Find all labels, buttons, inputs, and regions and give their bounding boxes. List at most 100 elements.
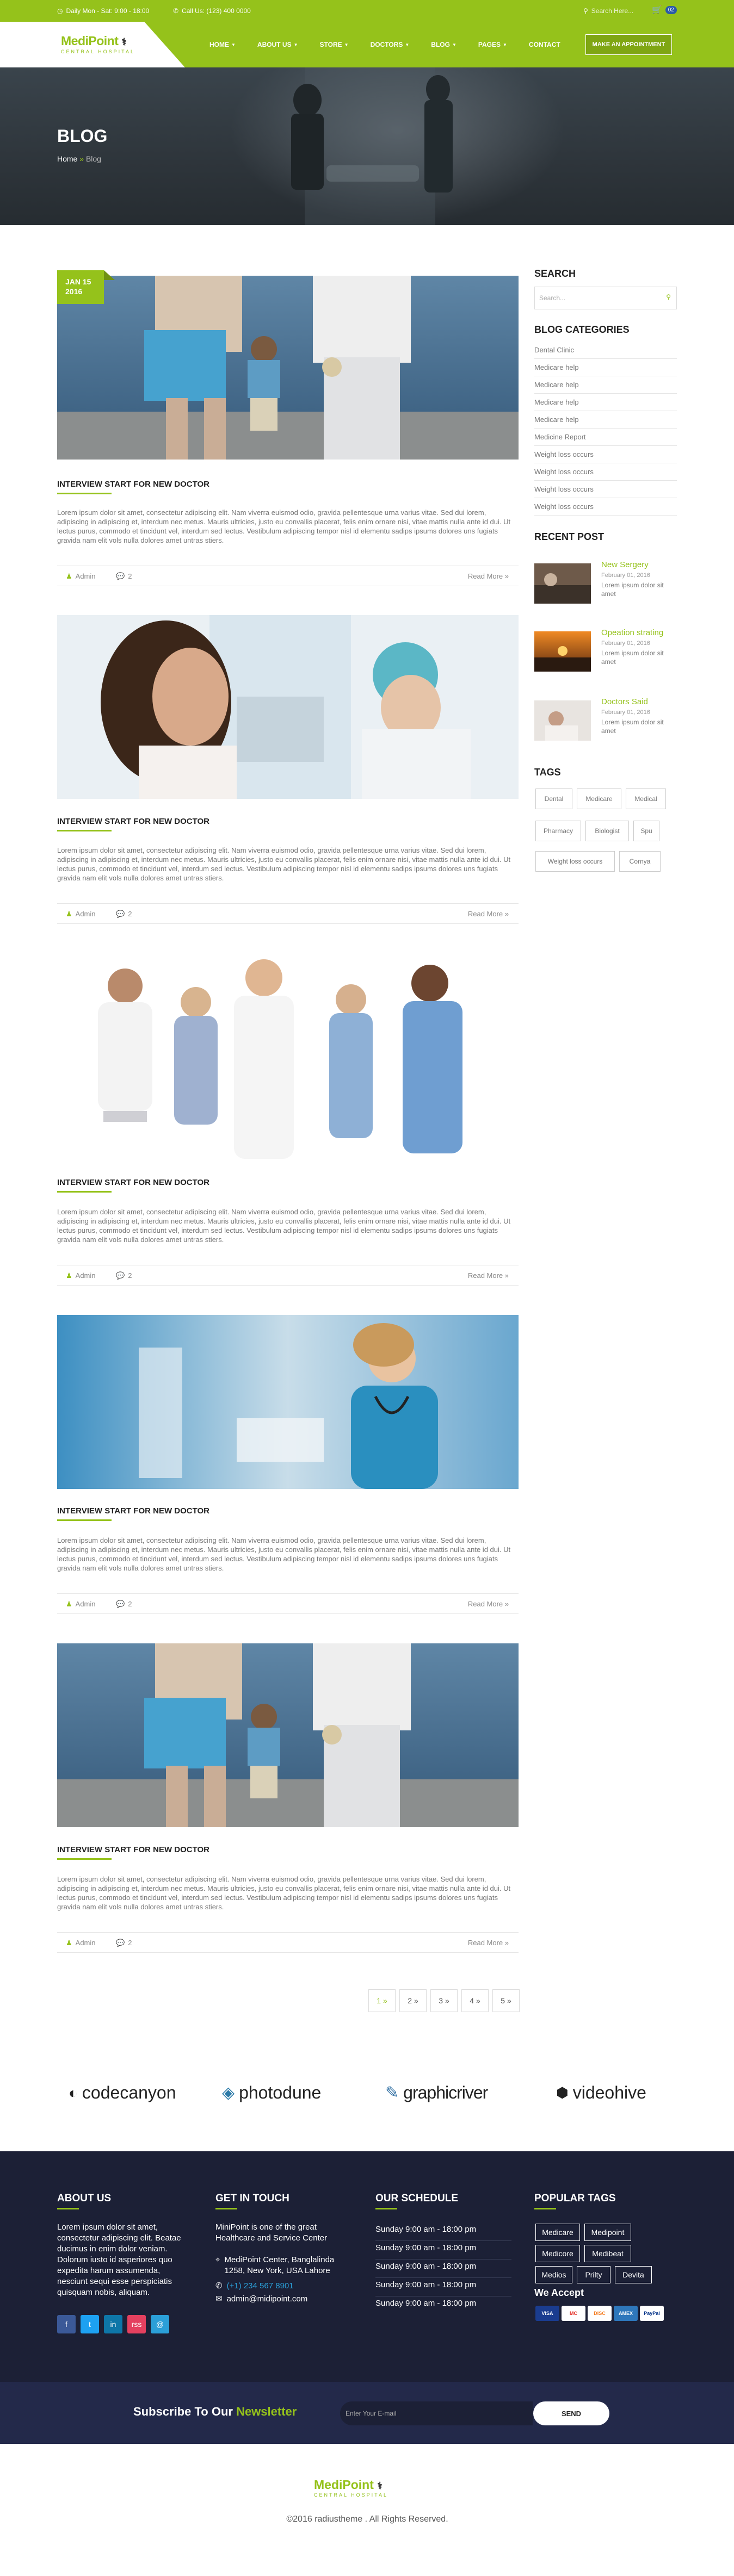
category-link[interactable]: Medicare help (534, 411, 677, 429)
read-more-link[interactable]: Read More » (468, 1600, 509, 1608)
category-link[interactable]: Weight loss occurs (534, 446, 677, 463)
post-image-2[interactable] (57, 615, 519, 799)
recent-post-link[interactable]: Doctors Said (601, 697, 648, 706)
menu-item-doctors[interactable]: DOCTORS ▼ (360, 41, 421, 48)
category-link[interactable]: Dental Clinic (534, 342, 677, 359)
popular-tag-link[interactable]: Medicare (535, 2224, 580, 2241)
search-icon[interactable]: ⚲ (583, 7, 588, 15)
brand-logo-codecanyon[interactable]: ◐ codecanyon (69, 2083, 176, 2103)
post-author[interactable]: ♟ Admin (66, 1600, 96, 1609)
rss-icon[interactable]: rss (127, 2315, 146, 2333)
recent-post-link[interactable]: New Sergery (601, 560, 649, 569)
popular-tag-link[interactable]: Prilty (577, 2266, 610, 2283)
recent-post-thumb[interactable] (534, 700, 591, 741)
brand-logo-photodune[interactable]: ◈ photodune (222, 2083, 321, 2103)
breadcrumb-home[interactable]: Home (57, 154, 77, 163)
linkedin-icon[interactable]: in (104, 2315, 122, 2333)
tag-link[interactable]: Biologist (585, 821, 629, 841)
post-image-4[interactable] (57, 1315, 519, 1489)
read-more-link[interactable]: Read More » (468, 1939, 509, 1947)
brand-logo-videohive[interactable]: ⬢ videohive (556, 2083, 646, 2103)
page-5-button[interactable]: 5 » (492, 1989, 520, 2012)
menu-item-home[interactable]: HOME ▼ (199, 41, 246, 48)
post-author[interactable]: ♟ Admin (66, 910, 96, 918)
search-icon[interactable]: ⚲ (666, 293, 671, 301)
category-link[interactable]: Medicare help (534, 394, 677, 411)
popular-tag-link[interactable]: Medicore (535, 2245, 580, 2262)
user-icon: ♟ (66, 572, 72, 580)
category-link[interactable]: Weight loss occurs (534, 498, 677, 516)
popular-tag-link[interactable]: Medios (535, 2266, 572, 2283)
read-more-link[interactable]: Read More » (468, 910, 509, 918)
category-link[interactable]: Weight loss occurs (534, 481, 677, 498)
category-link[interactable]: Weight loss occurs (534, 463, 677, 481)
tag-link[interactable]: Weight loss occurs (535, 851, 615, 872)
post-excerpt: Lorem ipsum dolor sit amet, consectetur … (57, 846, 511, 882)
sidebar-search-input[interactable]: Search... ⚲ (534, 287, 677, 309)
cart-icon[interactable]: 🛒 (652, 5, 662, 15)
page-4-button[interactable]: 4 » (461, 1989, 489, 2012)
category-link[interactable]: Medicare help (534, 359, 677, 376)
facebook-icon[interactable]: f (57, 2315, 76, 2333)
post-comments[interactable]: 💬 2 (116, 1600, 132, 1609)
footer-email[interactable]: ✉ admin@midipoint.com (215, 2294, 307, 2305)
recent-post-link[interactable]: Opeation strating (601, 628, 663, 637)
page-3-button[interactable]: 3 » (430, 1989, 458, 2012)
footer-logo[interactable]: MediPoint ⚕ CENTRAL HOSPITAL (314, 2478, 388, 2498)
recent-post-thumb[interactable] (534, 563, 591, 604)
post-author[interactable]: ♟ Admin (66, 1939, 96, 1947)
menu-item-pages[interactable]: PAGES ▼ (467, 41, 518, 48)
post-image-5[interactable] (57, 1643, 519, 1827)
title-underline (375, 2208, 397, 2209)
post-excerpt: Lorem ipsum dolor sit amet, consectetur … (57, 1208, 511, 1244)
cart[interactable]: 🛒 02 (652, 5, 677, 15)
tag-link[interactable]: Cornya (619, 851, 661, 872)
user-icon: ♟ (66, 1271, 72, 1280)
post-comments[interactable]: 💬 2 (116, 910, 132, 918)
twitter-icon[interactable]: t (81, 2315, 99, 2333)
tag-link[interactable]: Pharmacy (535, 821, 581, 841)
post-image-3[interactable] (57, 953, 519, 1161)
brand-logo-graphicriver[interactable]: ✎ graphicriver (385, 2083, 488, 2103)
make-appointment-button[interactable]: MAKE AN APPOINTMENT (585, 34, 672, 55)
category-link[interactable]: Medicare help (534, 376, 677, 394)
post-title[interactable]: INTERVIEW START FOR NEW DOCTOR (57, 1845, 209, 1854)
title-underline (57, 1519, 112, 1521)
post-comments[interactable]: 💬 2 (116, 1271, 132, 1280)
popular-tag-link[interactable]: Medibeat (584, 2245, 631, 2262)
tag-link[interactable]: Medical (626, 789, 666, 809)
user-icon: ♟ (66, 1600, 72, 1608)
post-author[interactable]: ♟ Admin (66, 572, 96, 581)
tag-link[interactable]: Medicare (577, 789, 621, 809)
menu-item-blog[interactable]: BLOG ▼ (420, 41, 467, 48)
category-link[interactable]: Medicine Report (534, 429, 677, 446)
popular-tag-link[interactable]: Devita (615, 2266, 652, 2283)
page-1-button[interactable]: 1 » (368, 1989, 396, 2012)
post-title[interactable]: INTERVIEW START FOR NEW DOCTOR (57, 817, 209, 826)
send-button[interactable]: SEND (533, 2401, 609, 2425)
read-more-link[interactable]: Read More » (468, 1271, 509, 1280)
post-title[interactable]: INTERVIEW START FOR NEW DOCTOR (57, 1178, 209, 1187)
newsletter-email-input[interactable]: Enter Your E-mail (340, 2401, 533, 2425)
menu-item-store[interactable]: STORE ▼ (309, 41, 360, 48)
logo[interactable]: MediPoint ⚕ CENTRAL HOSPITAL (61, 34, 135, 54)
post-title[interactable]: INTERVIEW START FOR NEW DOCTOR (57, 1506, 209, 1516)
tag-link[interactable]: Dental (535, 789, 572, 809)
post-author[interactable]: ♟ Admin (66, 1271, 96, 1280)
tag-link[interactable]: Spu (633, 821, 659, 841)
post-comments[interactable]: 💬 2 (116, 572, 132, 581)
email-share-icon[interactable]: @ (151, 2315, 169, 2333)
popular-tag-link[interactable]: Medipoint (584, 2224, 631, 2241)
read-more-link[interactable]: Read More » (468, 572, 509, 580)
menu-item-about[interactable]: ABOUT US ▼ (246, 41, 309, 48)
page-2-button[interactable]: 2 » (399, 1989, 427, 2012)
post-comments[interactable]: 💬 2 (116, 1939, 132, 1947)
post-title[interactable]: INTERVIEW START FOR NEW DOCTOR (57, 480, 209, 489)
pulse-icon: ⚕ (377, 2480, 383, 2491)
menu-item-contact[interactable]: CONTACT (518, 41, 571, 48)
recent-post-thumb[interactable] (534, 631, 591, 672)
top-search[interactable]: ⚲ Search Here... (583, 7, 633, 15)
post-image-1[interactable] (57, 276, 519, 460)
page-title: BLOG (57, 126, 108, 146)
title-underline (57, 830, 112, 831)
